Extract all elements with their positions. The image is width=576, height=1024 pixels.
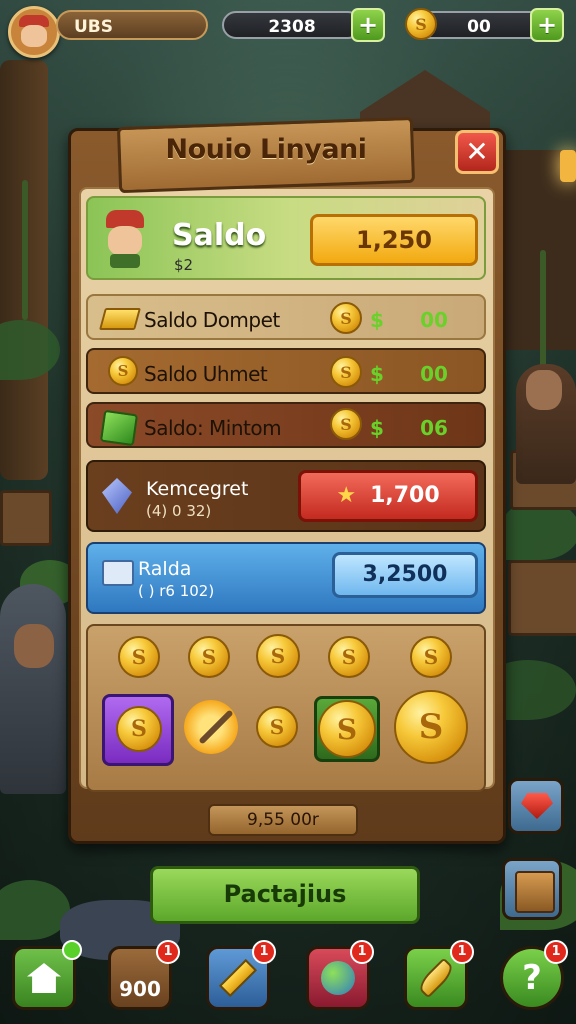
villager-left-face <box>14 624 54 668</box>
primary-action-button[interactable]: Pactajius <box>150 866 420 924</box>
currency-symbol: $ <box>370 416 384 440</box>
coin-icon[interactable]: S <box>328 636 370 678</box>
notification-badge: 1 <box>156 940 180 964</box>
hero-avatar-icon <box>100 210 150 268</box>
nav-home-dot <box>62 940 82 960</box>
balance-amount: 1,250 <box>310 214 478 266</box>
row-label: Saldo Uhmet <box>144 362 268 386</box>
player-avatar[interactable] <box>8 6 60 58</box>
coin-icon[interactable]: S <box>410 636 452 678</box>
gem-row-label: Kemcegret <box>146 478 249 500</box>
pencil-icon <box>218 958 258 998</box>
player-name: UBS <box>56 10 208 40</box>
blue-row-amount: 3,2500 <box>332 552 478 598</box>
villager-left <box>0 584 66 794</box>
notification-badge: 1 <box>350 940 374 964</box>
red-gem-icon <box>521 793 553 819</box>
row-value: 00 <box>420 308 448 332</box>
gem-row-amount-value: 1,700 <box>370 483 440 508</box>
notification-badge: 1 <box>450 940 474 964</box>
side-chest-button[interactable] <box>502 858 562 920</box>
quill-icon <box>415 957 457 999</box>
blue-row-label: Ralda <box>138 558 192 580</box>
row-label: Saldo: Mintom <box>144 416 282 440</box>
blue-row[interactable]: Ralda ( ) r6 102) 3,2500 <box>86 542 486 614</box>
row-value: 00 <box>420 362 448 386</box>
home-icon <box>27 963 61 993</box>
gem-row-sub: (4) 0 32) <box>146 502 212 520</box>
crate <box>0 490 52 546</box>
chest-icon <box>515 871 555 913</box>
balance-sub: $2 <box>174 256 194 274</box>
nav-inventory-label: 900 <box>119 977 161 1001</box>
panel-title: Nouio Linyani <box>165 134 367 165</box>
blue-row-sub: ( ) r6 102) <box>138 582 215 600</box>
row-label: Saldo Dompet <box>144 308 280 332</box>
question-icon: ? <box>522 958 542 998</box>
coin-icon: S <box>330 356 362 388</box>
emerald-gem-icon <box>99 409 139 447</box>
coin-stack-icon: S <box>108 356 138 386</box>
villager-right-face <box>526 370 562 410</box>
close-button[interactable]: ✕ <box>455 130 499 174</box>
coin-icon: S <box>318 700 376 758</box>
gem-row-amount: ★ 1,700 <box>298 470 478 522</box>
add-resource-2-button[interactable]: + <box>530 8 564 42</box>
coin-icon: S <box>330 302 362 334</box>
notification-badge: 1 <box>252 940 276 964</box>
crystal-icon <box>102 478 132 514</box>
panel-footer-strip: 9,55 00r <box>208 804 358 836</box>
coin-icon[interactable]: S <box>256 634 300 678</box>
crate <box>508 560 576 636</box>
balance-header: Saldo $2 1,250 <box>86 196 486 280</box>
add-resource-1-button[interactable]: + <box>351 8 385 42</box>
currency-symbol: $ <box>370 308 384 332</box>
notification-badge: 1 <box>544 940 568 964</box>
gem-row[interactable]: Kemcegret (4) 0 32) ★ 1,700 <box>86 460 486 532</box>
row-value: 06 <box>420 416 448 440</box>
resource-1-value: 2308 <box>222 11 362 39</box>
balance-label: Saldo <box>172 218 267 253</box>
coin-icon: S <box>330 408 362 440</box>
coin-icon: S <box>116 706 162 752</box>
globe-icon <box>321 961 355 995</box>
coin-icon[interactable]: S <box>118 636 160 678</box>
big-coin-icon[interactable]: S <box>394 690 468 764</box>
coin-icon[interactable]: S <box>256 706 298 748</box>
currency-symbol: $ <box>370 362 384 386</box>
top-bar: UBS 2308 + 00 S + <box>0 0 576 58</box>
coin-icon: S <box>405 8 437 40</box>
coin-icon[interactable]: S <box>188 636 230 678</box>
side-gift-button[interactable] <box>508 778 564 834</box>
lantern <box>560 150 576 182</box>
star-icon: ★ <box>336 483 357 508</box>
gold-bar-icon <box>99 308 141 330</box>
mail-icon <box>102 560 134 586</box>
